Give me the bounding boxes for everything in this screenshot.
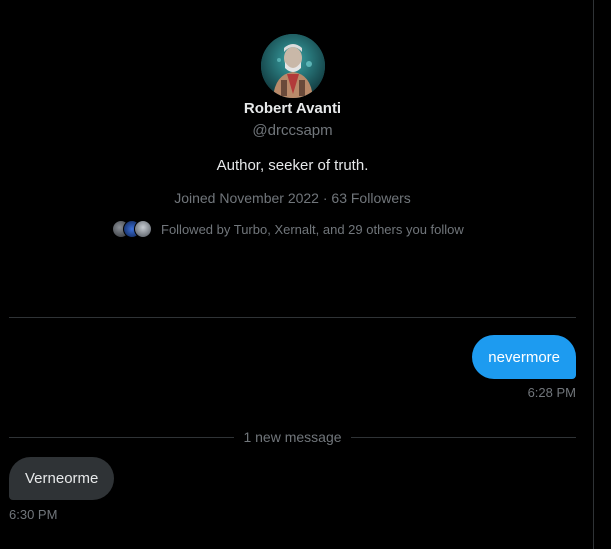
follower-avatar-stack xyxy=(112,220,152,238)
avatar-image-icon xyxy=(261,34,325,98)
new-message-label: 1 new message xyxy=(243,429,342,445)
incoming-message-time: 6:30 PM xyxy=(9,507,58,522)
dm-conversation-panel: Robert Avanti @drccsapm Author, seeker o… xyxy=(0,0,611,549)
incoming-message-text: Verneorme xyxy=(25,470,99,487)
followed-by-row[interactable]: Followed by Turbo, Xernalt, and 29 other… xyxy=(112,219,464,239)
profile-avatar[interactable] xyxy=(261,34,325,98)
profile-divider xyxy=(9,317,576,318)
followers-count[interactable]: 63 Followers xyxy=(331,190,410,206)
outgoing-message-bubble[interactable]: nevermore xyxy=(472,335,576,379)
outgoing-message-text: nevermore xyxy=(488,348,560,366)
followed-by-text: Followed by Turbo, Xernalt, and 29 other… xyxy=(161,221,464,237)
joined-date: Joined November 2022 xyxy=(174,190,319,206)
profile-meta: Joined November 2022 · 63 Followers xyxy=(0,190,585,206)
meta-separator: · xyxy=(322,190,328,206)
separator-line-right xyxy=(350,436,576,438)
profile-handle: @drccsapm xyxy=(252,122,333,139)
profile-bio: Author, seeker of truth. xyxy=(216,157,369,174)
follower-avatar-3 xyxy=(134,220,152,238)
separator-line-left xyxy=(9,436,235,438)
new-message-separator: 1 new message xyxy=(9,428,576,446)
incoming-message-bubble[interactable]: Verneorme xyxy=(9,457,115,500)
profile-display-name: Robert Avanti xyxy=(243,100,342,117)
panel-border xyxy=(593,0,594,549)
outgoing-message-time: 6:28 PM xyxy=(527,385,576,400)
